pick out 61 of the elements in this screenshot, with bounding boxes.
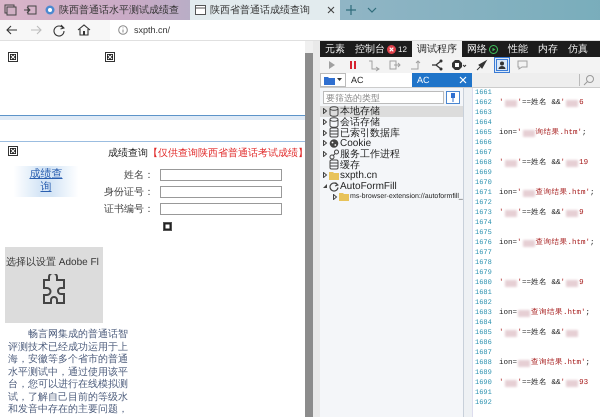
person-frame-icon[interactable] (494, 57, 510, 73)
broken-image-icon (105, 52, 115, 62)
browser-tab[interactable]: 陕西普通话水平测试成绩查 (40, 0, 190, 20)
play-circle-icon (488, 44, 498, 54)
address-field[interactable]: sxpth.cn/ (110, 20, 600, 40)
devtools-tab[interactable]: 性能 (502, 41, 533, 57)
expanded-arrow-icon[interactable] (322, 183, 328, 190)
tree-item[interactable]: 会话存储 (320, 116, 463, 128)
plugin-notice: 选择以设置 Adobe Fl (5, 256, 99, 269)
cylinder-icon (329, 116, 339, 128)
file-tab[interactable]: AC (412, 73, 472, 87)
field-label: 证书编号： (103, 202, 154, 216)
tree-item[interactable]: 服务工作进程 (320, 148, 463, 160)
intro-paragraph: 畅言网集成的普通话智 评测技术已经成功运用于上 海，安徽等多个省市的普通 水平测试中，通过使用该平 台，您可以进行在线模拟测 试，了解自己目前的等级水 和发音中存在的主要问题， (8, 329, 129, 416)
input-field[interactable] (160, 203, 282, 215)
input-field[interactable] (160, 169, 282, 181)
cookie-icon (329, 138, 339, 149)
pin-button[interactable] (446, 91, 460, 104)
tree-item[interactable]: 缓存 (320, 159, 463, 170)
database-icon (329, 159, 339, 170)
caret-icon (337, 78, 342, 82)
scrollbar[interactable] (305, 41, 313, 417)
branch-icon[interactable] (429, 57, 445, 73)
devtools-tab[interactable]: 元素 (320, 41, 350, 57)
filter-field[interactable]: 要筛选的类型 (323, 91, 444, 104)
folder-icon (329, 170, 339, 181)
devtools-tab[interactable]: 网络 (462, 41, 503, 57)
devtools-tab[interactable]: 调试程序 (412, 41, 462, 57)
folder-icon (339, 191, 349, 202)
submit-image-icon[interactable] (163, 222, 172, 231)
error-icon (387, 44, 396, 54)
hexagon-dropdown-icon[interactable] (450, 57, 468, 73)
browser-tab[interactable]: 陕西省普通话成绩查询 (190, 0, 340, 20)
field-label: 姓名： (123, 169, 154, 182)
tree-item[interactable]: sxpth.cn (320, 170, 463, 181)
broken-image-icon (8, 52, 18, 62)
cylinder-icon (329, 106, 339, 117)
devtools-tab[interactable]: 仿真 (562, 41, 593, 57)
tree-item[interactable]: 已索引数据库 (320, 127, 463, 138)
devtools-tab[interactable]: 控制台 12 (350, 41, 412, 57)
plugin-placeholder[interactable]: 选择以设置 Adobe Fl (5, 247, 103, 323)
pin-icon (450, 93, 456, 102)
file-tab[interactable]: AC (346, 73, 412, 87)
broken-image-icon (8, 146, 18, 156)
input-field[interactable] (160, 186, 282, 198)
devtools-tab[interactable]: 内存 (532, 41, 563, 57)
page-icon (195, 5, 206, 15)
folder-dropdown-button[interactable] (320, 73, 346, 87)
tree-item[interactable]: Cookie (320, 138, 463, 149)
collapsed-arrow-icon[interactable] (322, 172, 328, 178)
collapsed-arrow-icon[interactable] (332, 194, 338, 200)
tree-item[interactable]: AutoFormFill (320, 180, 463, 192)
field-label: 身份证号： (103, 186, 154, 199)
folder-icon (324, 76, 335, 84)
close-icon[interactable] (327, 6, 335, 14)
page-heading: 成绩查询【仅供查询陕西省普通话考试成绩】 (108, 146, 305, 160)
link-icon (329, 148, 339, 160)
info-icon (118, 25, 128, 35)
database-icon (329, 127, 339, 138)
refresh-icon (329, 180, 339, 192)
tree-item[interactable]: 本地存储 (320, 106, 463, 117)
